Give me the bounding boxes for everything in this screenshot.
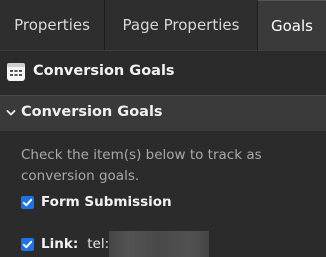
link-checkbox[interactable] [21, 237, 34, 251]
link-label: Link: [41, 236, 79, 252]
goal-item-link: Link: tel: [21, 231, 210, 257]
link-value: tel: [87, 236, 110, 252]
tab-page-properties-label: Page Properties [122, 16, 240, 34]
goals-header-title: Conversion Goals [33, 63, 175, 79]
tab-bar: Properties Page Properties Goals [0, 0, 326, 50]
tab-properties-label: Properties [14, 16, 90, 34]
tab-goals-label: Goals [271, 16, 313, 35]
goals-header: Conversion Goals [0, 51, 326, 95]
checkmark-icon [22, 240, 33, 248]
form-submission-checkbox[interactable] [21, 195, 34, 209]
description-text: Check the item(s) below to track as conv… [21, 147, 262, 184]
conversion-goals-section-toggle[interactable]: Conversion Goals [0, 95, 326, 131]
redacted-link-blur [109, 231, 210, 257]
section-title: Conversion Goals [21, 104, 163, 120]
tab-goals[interactable]: Goals [257, 0, 326, 50]
form-submission-label: Form Submission [41, 194, 172, 210]
tab-properties[interactable]: Properties [0, 0, 104, 50]
tab-page-properties[interactable]: Page Properties [104, 0, 257, 50]
calendar-icon [7, 63, 25, 81]
section-body: Check the item(s) below to track as conv… [0, 131, 326, 257]
goal-item-form-submission: Form Submission [21, 194, 172, 210]
chevron-down-icon [6, 110, 16, 116]
checkmark-icon [22, 198, 33, 206]
